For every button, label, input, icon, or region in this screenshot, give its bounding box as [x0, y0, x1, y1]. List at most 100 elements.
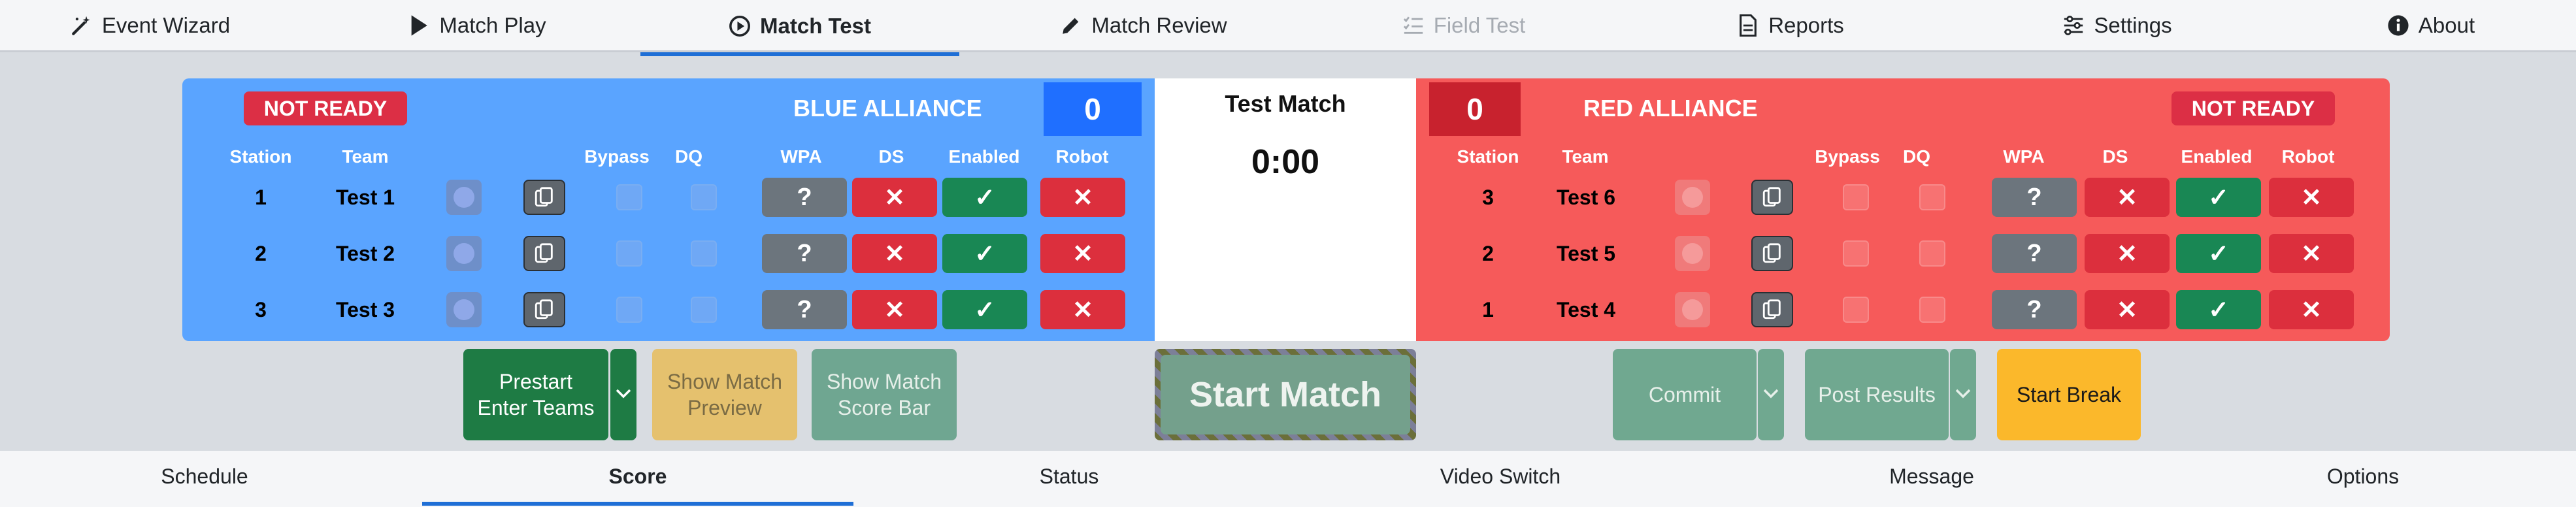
red-station-row: 1 Test 4 ? ✕ ✓ ✕	[1416, 289, 2390, 331]
commit-button[interactable]: Commit	[1613, 349, 1757, 440]
blue-station-row: 1 Test 1 ? ✕ ✓ ✕	[182, 176, 1155, 218]
team-status-indicator[interactable]	[1675, 180, 1710, 215]
red-header-station: Station	[1457, 146, 1519, 167]
start-match-label: Start Match	[1161, 355, 1410, 434]
bypass-checkbox[interactable]	[616, 240, 642, 267]
blue-alliance-title: BLUE ALLIANCE	[793, 95, 982, 122]
magic-wand-icon	[71, 14, 93, 37]
red-station-row: 2 Test 5 ? ✕ ✓ ✕	[1416, 233, 2390, 274]
nav-match-test[interactable]: Match Test	[640, 0, 959, 56]
prestart-dropdown-toggle[interactable]	[610, 349, 636, 440]
nav-label: Event Wizard	[101, 12, 231, 37]
team-name: Test 4	[1556, 297, 1616, 321]
bypass-checkbox[interactable]	[1843, 184, 1869, 210]
prestart-button[interactable]: Prestart Enter Teams	[463, 349, 608, 440]
cards-icon[interactable]	[523, 180, 565, 215]
checklist-icon	[1402, 14, 1425, 37]
bypass-checkbox[interactable]	[1843, 240, 1869, 267]
team-name: Test 2	[335, 241, 395, 265]
show-match-score-bar-button[interactable]: Show Match Score Bar	[812, 349, 957, 440]
robot-status-x-icon: ✕	[1040, 234, 1125, 273]
blue-header-team: Team	[342, 146, 389, 167]
tab-video-switch[interactable]: Video Switch	[1285, 451, 1716, 502]
dq-checkbox[interactable]	[1919, 297, 1945, 323]
wpa-status: ?	[762, 178, 847, 217]
nav-label: About	[2418, 12, 2475, 37]
match-info-panel: Test Match 0:00	[1155, 78, 1416, 341]
red-score: 0	[1429, 82, 1521, 136]
nav-reports[interactable]: Reports	[1699, 0, 1882, 50]
start-break-button[interactable]: Start Break	[1997, 349, 2141, 440]
robot-status-x-icon: ✕	[1040, 178, 1125, 217]
wpa-status: ?	[762, 234, 847, 273]
blue-header-enabled: Enabled	[948, 146, 1020, 167]
team-status-indicator[interactable]	[446, 292, 482, 327]
tab-score[interactable]: Score	[422, 451, 853, 506]
red-header-wpa: WPA	[2003, 146, 2045, 167]
show-scorebar-line1: Show Match	[826, 370, 942, 393]
cards-icon[interactable]	[523, 236, 565, 271]
blue-station-row: 2 Test 2 ? ✕ ✓ ✕	[182, 233, 1155, 274]
blue-header-station: Station	[229, 146, 292, 167]
dq-checkbox[interactable]	[1919, 240, 1945, 267]
team-status-indicator[interactable]	[1675, 236, 1710, 271]
tab-status[interactable]: Status	[853, 451, 1285, 502]
team-name: Test 3	[335, 297, 395, 321]
chevron-down-icon	[1955, 388, 1972, 402]
bottom-tabs: Schedule Score Status Video Switch Messa…	[0, 451, 2576, 507]
sliders-icon	[2062, 14, 2085, 37]
nav-about[interactable]: About	[2339, 0, 2522, 50]
blue-header-robot: Robot	[1055, 146, 1109, 167]
team-status-indicator[interactable]	[446, 236, 482, 271]
team-name: Test 1	[335, 185, 395, 209]
wpa-status: ?	[1992, 178, 2077, 217]
post-results-button[interactable]: Post Results	[1805, 349, 1949, 440]
station-number: 2	[1482, 241, 1494, 265]
team-name: Test 6	[1556, 185, 1616, 209]
match-name: Test Match	[1225, 90, 1346, 117]
dq-checkbox[interactable]	[691, 240, 717, 267]
tab-schedule[interactable]: Schedule	[0, 451, 409, 502]
enabled-status-check-icon: ✓	[2176, 178, 2261, 217]
team-status-indicator[interactable]	[446, 180, 482, 215]
cards-icon[interactable]	[1751, 292, 1793, 327]
document-icon	[1737, 14, 1759, 37]
enabled-status-check-icon: ✓	[942, 178, 1027, 217]
bypass-checkbox[interactable]	[616, 184, 642, 210]
red-header-bypass: Bypass	[1815, 146, 1880, 167]
show-match-preview-button[interactable]: Show Match Preview	[652, 349, 797, 440]
station-number: 3	[255, 297, 267, 321]
blue-ready-status-badge: NOT READY	[244, 91, 407, 125]
dq-checkbox[interactable]	[1919, 184, 1945, 210]
wpa-status: ?	[1992, 234, 2077, 273]
start-match-button[interactable]: Start Match	[1155, 349, 1416, 440]
nav-match-review[interactable]: Match Review	[1019, 0, 1268, 50]
post-results-dropdown-toggle[interactable]	[1950, 349, 1976, 440]
chevron-down-icon	[615, 388, 632, 402]
red-header-team: Team	[1562, 146, 1609, 167]
nav-label: Match Play	[439, 12, 546, 37]
enabled-status-check-icon: ✓	[2176, 234, 2261, 273]
ds-status-x-icon: ✕	[2085, 178, 2170, 217]
cards-icon[interactable]	[1751, 180, 1793, 215]
team-status-indicator[interactable]	[1675, 292, 1710, 327]
enabled-status-check-icon: ✓	[2176, 290, 2261, 329]
blue-station-row: 3 Test 3 ? ✕ ✓ ✕	[182, 289, 1155, 331]
commit-dropdown-toggle[interactable]	[1758, 349, 1784, 440]
tab-options[interactable]: Options	[2147, 451, 2576, 502]
play-circle-icon	[729, 15, 751, 37]
blue-header-dq: DQ	[675, 146, 702, 167]
bypass-checkbox[interactable]	[616, 297, 642, 323]
cards-icon[interactable]	[523, 292, 565, 327]
bypass-checkbox[interactable]	[1843, 297, 1869, 323]
tab-message[interactable]: Message	[1716, 451, 2147, 502]
nav-label: Reports	[1768, 12, 1844, 37]
dq-checkbox[interactable]	[691, 184, 717, 210]
dq-checkbox[interactable]	[691, 297, 717, 323]
nav-match-play[interactable]: Match Play	[366, 0, 588, 50]
nav-event-wizard[interactable]: Event Wizard	[39, 0, 261, 50]
cards-icon[interactable]	[1751, 236, 1793, 271]
nav-label: Match Test	[760, 14, 871, 38]
red-alliance-title: RED ALLIANCE	[1583, 95, 1758, 122]
nav-settings[interactable]: Settings	[2013, 0, 2222, 50]
